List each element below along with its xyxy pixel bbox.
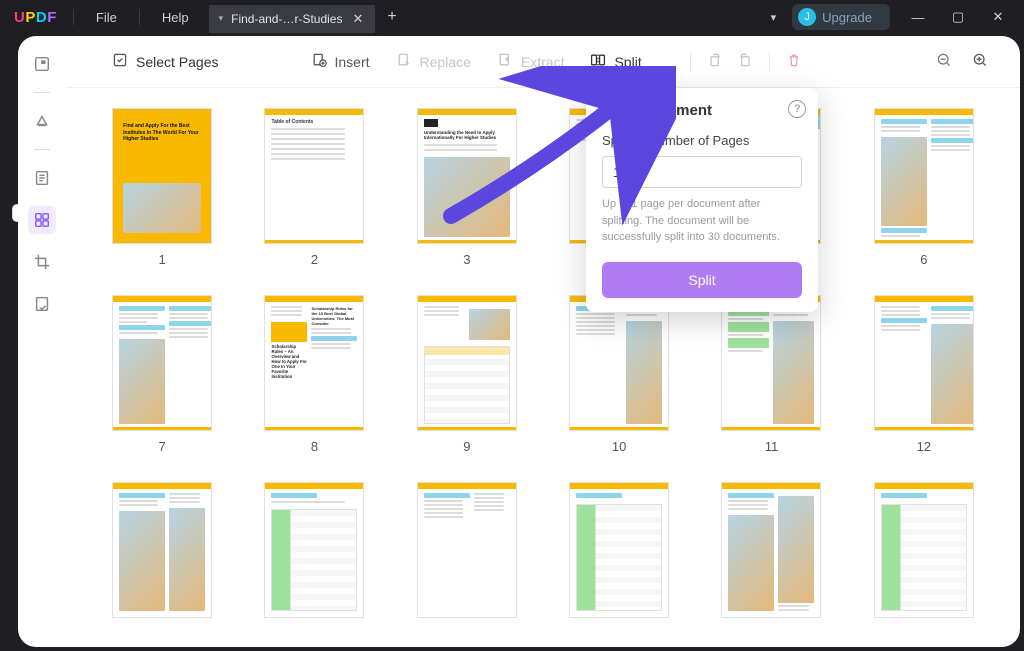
- separator: [769, 53, 770, 71]
- split-number-field[interactable]: [603, 157, 802, 187]
- page-number: 9: [463, 439, 470, 454]
- edit-text-icon[interactable]: [28, 164, 56, 192]
- menu-file[interactable]: File: [82, 0, 131, 34]
- popover-title: Split Document: [602, 102, 802, 119]
- page-thumb[interactable]: 9: [411, 295, 523, 454]
- split-popover: ? Split Document Split by Number of Page…: [586, 88, 818, 312]
- page-thumb[interactable]: 10: [563, 295, 675, 454]
- insert-icon: [311, 52, 327, 72]
- checkbox-icon: [112, 52, 128, 72]
- upgrade-label: Upgrade: [822, 10, 872, 25]
- help-icon[interactable]: ?: [788, 100, 806, 118]
- page-number: 10: [612, 439, 626, 454]
- main-area: Select Pages Insert Replace Extract: [66, 36, 1020, 647]
- replace-button[interactable]: Replace: [386, 46, 481, 78]
- rail-separator: [34, 149, 50, 150]
- rail-separator: [34, 92, 50, 93]
- select-pages-button[interactable]: Select Pages: [102, 46, 229, 78]
- split-number-input[interactable]: ▲ ▼: [602, 156, 802, 188]
- zoom-out-icon[interactable]: [932, 48, 956, 76]
- extract-icon: [497, 52, 513, 72]
- page-number: 6: [920, 252, 927, 267]
- zoom-in-icon[interactable]: [968, 48, 992, 76]
- page-toolbar: Select Pages Insert Replace Extract: [66, 36, 1020, 88]
- rotate-right-icon[interactable]: [733, 48, 757, 76]
- split-icon: [590, 52, 606, 72]
- app-logo: UPDF: [6, 9, 65, 26]
- page-number: 8: [311, 439, 318, 454]
- menu-help[interactable]: Help: [148, 0, 203, 34]
- form-icon[interactable]: [28, 290, 56, 318]
- tab-title: Find-and-…r-Studies: [231, 12, 342, 26]
- page-thumb[interactable]: 11: [715, 295, 827, 454]
- chevron-down-icon[interactable]: ▾: [763, 11, 785, 24]
- delete-icon[interactable]: [782, 48, 806, 76]
- split-field-label: Split by Number of Pages: [602, 133, 802, 148]
- page-thumb[interactable]: 7: [106, 295, 218, 454]
- highlighter-icon[interactable]: [28, 107, 56, 135]
- title-bar: UPDF File Help ▾ Find-and-…r-Studies ✕ +…: [0, 0, 1024, 34]
- page-number: 1: [159, 252, 166, 267]
- page-number: 12: [917, 439, 931, 454]
- reader-mode-icon[interactable]: [28, 50, 56, 78]
- page-number: 2: [311, 252, 318, 267]
- separator: [73, 9, 74, 25]
- split-label: Split: [614, 54, 641, 70]
- window-close-icon[interactable]: ✕: [978, 0, 1018, 34]
- separator: [690, 53, 691, 71]
- page-thumb[interactable]: Find and Apply For the Best Institutes I…: [106, 108, 218, 267]
- split-hint: Up to 1 page per document after splittin…: [602, 196, 802, 246]
- left-tool-rail: [18, 36, 66, 647]
- tab-close-icon[interactable]: ✕: [350, 11, 365, 27]
- replace-label: Replace: [420, 54, 471, 70]
- window-maximize-icon[interactable]: ▢: [938, 0, 978, 34]
- insert-button[interactable]: Insert: [301, 46, 380, 78]
- replace-icon: [396, 52, 412, 72]
- new-tab-button[interactable]: +: [375, 8, 408, 26]
- page-number: 3: [463, 252, 470, 267]
- extract-button[interactable]: Extract: [487, 46, 575, 78]
- page-thumb[interactable]: [563, 482, 675, 618]
- document-frame: Select Pages Insert Replace Extract: [18, 36, 1020, 647]
- insert-label: Insert: [335, 54, 370, 70]
- thumbnail-grid[interactable]: Find and Apply For the Best Institutes I…: [66, 88, 1020, 647]
- upgrade-button[interactable]: J Upgrade: [792, 4, 890, 30]
- page-thumb[interactable]: [411, 482, 523, 618]
- page-thumb[interactable]: Scholarship Rules – An Overview and How …: [258, 295, 370, 454]
- page-thumb[interactable]: Table of Contents 2: [258, 108, 370, 267]
- user-avatar: J: [798, 8, 816, 26]
- page-thumb[interactable]: [715, 482, 827, 618]
- rotate-left-icon[interactable]: [703, 48, 727, 76]
- page-thumb[interactable]: [258, 482, 370, 618]
- split-confirm-button[interactable]: Split: [602, 262, 802, 298]
- page-number: 7: [159, 439, 166, 454]
- page-thumb[interactable]: Understanding the Need to Apply Internat…: [411, 108, 523, 267]
- split-button[interactable]: Split: [580, 46, 651, 78]
- page-thumb[interactable]: 12: [868, 295, 980, 454]
- select-pages-label: Select Pages: [136, 54, 219, 70]
- crop-icon[interactable]: [28, 248, 56, 276]
- page-thumb[interactable]: 6: [868, 108, 980, 267]
- page-thumb[interactable]: [868, 482, 980, 618]
- extract-label: Extract: [521, 54, 565, 70]
- window-minimize-icon[interactable]: —: [898, 0, 938, 34]
- document-tab[interactable]: ▾ Find-and-…r-Studies ✕: [209, 5, 376, 33]
- separator: [139, 9, 140, 25]
- page-thumb[interactable]: [106, 482, 218, 618]
- organize-pages-icon[interactable]: [28, 206, 56, 234]
- pin-icon: ▾: [219, 13, 224, 24]
- page-number: 11: [765, 439, 779, 454]
